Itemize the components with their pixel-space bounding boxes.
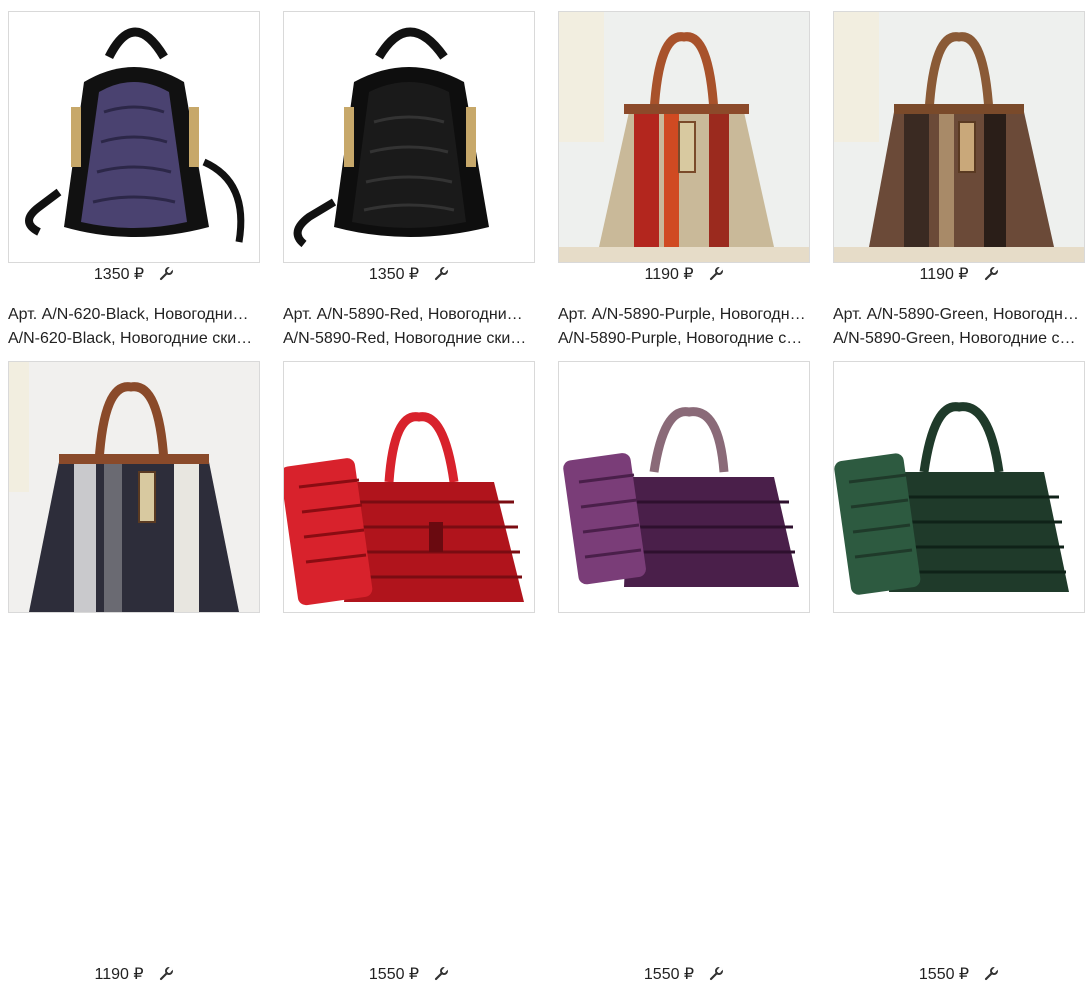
wrench-icon[interactable] xyxy=(158,266,174,282)
product-title[interactable]: Арт. A/N-620-Black, Новогодние скидки xyxy=(8,303,256,327)
wrench-icon[interactable] xyxy=(983,966,999,982)
product-image[interactable] xyxy=(283,361,535,613)
product-subtitle: A/N-5890-Red, Новогодние скидки xyxy=(283,330,531,347)
handbag-illustration xyxy=(284,12,534,262)
product-image[interactable] xyxy=(558,361,810,613)
handbag-illustration xyxy=(9,362,259,612)
product-price: 1550 ₽ xyxy=(368,966,420,983)
product-price: 1190 ₽ xyxy=(644,266,694,283)
wrench-icon[interactable] xyxy=(158,966,174,982)
product-image[interactable] xyxy=(8,11,260,263)
product-title[interactable]: Арт. A/N-5890-Red, Новогодние скидки xyxy=(283,303,531,327)
product-image[interactable] xyxy=(8,361,260,613)
wrench-icon[interactable] xyxy=(433,966,449,982)
handbag-illustration xyxy=(284,362,534,612)
product-price: 1350 ₽ xyxy=(368,266,420,283)
product-subtitle: A/N-5890-Purple, Новогодние скидки xyxy=(558,330,806,347)
product-subtitle: A/N-620-Black, Новогодние скидки xyxy=(8,330,256,347)
product-price: 1350 ₽ xyxy=(93,266,145,283)
product-image[interactable] xyxy=(833,361,1085,613)
handbag-illustration xyxy=(559,362,809,612)
product-price: 1190 ₽ xyxy=(919,266,969,283)
wrench-icon[interactable] xyxy=(983,266,999,282)
wrench-icon[interactable] xyxy=(708,966,724,982)
product-price: 1550 ₽ xyxy=(643,966,695,983)
handbag-illustration xyxy=(559,12,809,262)
handbag-illustration xyxy=(834,362,1084,612)
product-price: 1190 ₽ xyxy=(94,966,144,983)
product-price: 1550 ₽ xyxy=(918,966,970,983)
wrench-icon[interactable] xyxy=(433,266,449,282)
product-subtitle: A/N-5890-Green, Новогодние скидки xyxy=(833,330,1081,347)
product-image[interactable] xyxy=(283,11,535,263)
product-title[interactable]: Арт. A/N-5890-Green, Новогодние скидки xyxy=(833,303,1081,327)
product-image[interactable] xyxy=(833,11,1085,263)
handbag-illustration xyxy=(834,12,1084,262)
product-title[interactable]: Арт. A/N-5890-Purple, Новогодние скидки xyxy=(558,303,806,327)
product-image[interactable] xyxy=(558,11,810,263)
wrench-icon[interactable] xyxy=(708,266,724,282)
handbag-illustration xyxy=(9,12,259,262)
